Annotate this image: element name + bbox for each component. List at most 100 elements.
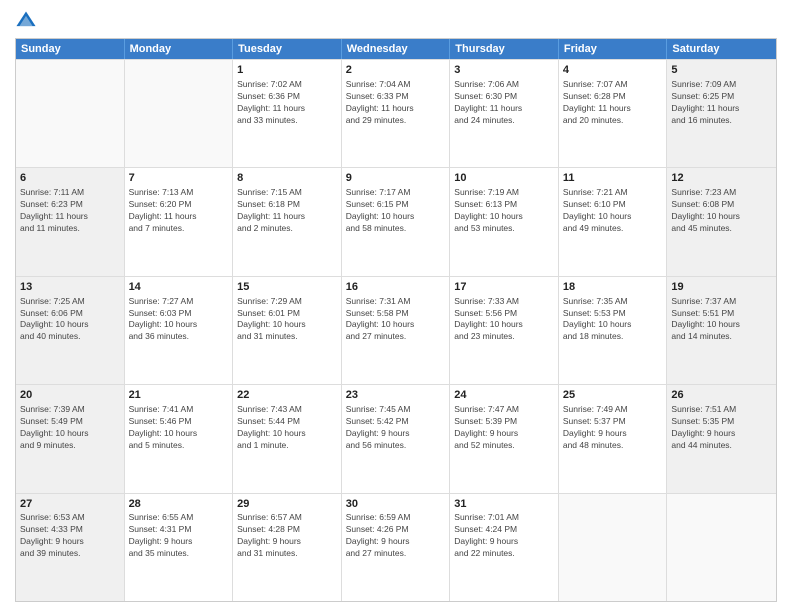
day-info: Sunrise: 7:31 AMSunset: 5:58 PMDaylight:… [346,296,446,344]
day-number: 6 [20,171,120,186]
day-number: 11 [563,171,663,186]
calendar-cell-0-2: 1Sunrise: 7:02 AMSunset: 6:36 PMDaylight… [233,60,342,167]
day-info: Sunrise: 7:19 AMSunset: 6:13 PMDaylight:… [454,187,554,235]
day-info: Sunrise: 7:11 AMSunset: 6:23 PMDaylight:… [20,187,120,235]
day-info: Sunrise: 7:06 AMSunset: 6:30 PMDaylight:… [454,79,554,127]
day-number: 21 [129,388,229,403]
day-info: Sunrise: 7:39 AMSunset: 5:49 PMDaylight:… [20,404,120,452]
calendar-cell-2-4: 17Sunrise: 7:33 AMSunset: 5:56 PMDayligh… [450,277,559,384]
calendar-cell-2-1: 14Sunrise: 7:27 AMSunset: 6:03 PMDayligh… [125,277,234,384]
calendar-cell-4-2: 29Sunrise: 6:57 AMSunset: 4:28 PMDayligh… [233,494,342,601]
day-number: 26 [671,388,772,403]
page: SundayMondayTuesdayWednesdayThursdayFrid… [0,0,792,612]
day-info: Sunrise: 7:27 AMSunset: 6:03 PMDaylight:… [129,296,229,344]
day-info: Sunrise: 7:29 AMSunset: 6:01 PMDaylight:… [237,296,337,344]
day-number: 2 [346,63,446,78]
day-number: 8 [237,171,337,186]
header-day-thursday: Thursday [450,39,559,59]
header [15,10,777,32]
calendar-cell-3-5: 25Sunrise: 7:49 AMSunset: 5:37 PMDayligh… [559,385,668,492]
calendar-cell-0-4: 3Sunrise: 7:06 AMSunset: 6:30 PMDaylight… [450,60,559,167]
day-info: Sunrise: 7:01 AMSunset: 4:24 PMDaylight:… [454,512,554,560]
calendar-cell-3-0: 20Sunrise: 7:39 AMSunset: 5:49 PMDayligh… [16,385,125,492]
calendar-cell-2-0: 13Sunrise: 7:25 AMSunset: 6:06 PMDayligh… [16,277,125,384]
day-info: Sunrise: 7:51 AMSunset: 5:35 PMDaylight:… [671,404,772,452]
header-day-tuesday: Tuesday [233,39,342,59]
day-number: 14 [129,280,229,295]
calendar-cell-0-1 [125,60,234,167]
day-info: Sunrise: 6:59 AMSunset: 4:26 PMDaylight:… [346,512,446,560]
day-info: Sunrise: 7:45 AMSunset: 5:42 PMDaylight:… [346,404,446,452]
calendar-cell-3-2: 22Sunrise: 7:43 AMSunset: 5:44 PMDayligh… [233,385,342,492]
day-info: Sunrise: 7:13 AMSunset: 6:20 PMDaylight:… [129,187,229,235]
day-number: 1 [237,63,337,78]
day-info: Sunrise: 7:09 AMSunset: 6:25 PMDaylight:… [671,79,772,127]
calendar-cell-2-5: 18Sunrise: 7:35 AMSunset: 5:53 PMDayligh… [559,277,668,384]
day-number: 25 [563,388,663,403]
day-number: 29 [237,497,337,512]
calendar-cell-1-6: 12Sunrise: 7:23 AMSunset: 6:08 PMDayligh… [667,168,776,275]
calendar-cell-4-3: 30Sunrise: 6:59 AMSunset: 4:26 PMDayligh… [342,494,451,601]
day-info: Sunrise: 7:21 AMSunset: 6:10 PMDaylight:… [563,187,663,235]
calendar-row-1: 6Sunrise: 7:11 AMSunset: 6:23 PMDaylight… [16,167,776,275]
day-number: 20 [20,388,120,403]
day-info: Sunrise: 6:53 AMSunset: 4:33 PMDaylight:… [20,512,120,560]
header-day-sunday: Sunday [16,39,125,59]
calendar-cell-2-6: 19Sunrise: 7:37 AMSunset: 5:51 PMDayligh… [667,277,776,384]
calendar-cell-1-4: 10Sunrise: 7:19 AMSunset: 6:13 PMDayligh… [450,168,559,275]
day-info: Sunrise: 7:47 AMSunset: 5:39 PMDaylight:… [454,404,554,452]
calendar-row-4: 27Sunrise: 6:53 AMSunset: 4:33 PMDayligh… [16,493,776,601]
day-number: 30 [346,497,446,512]
day-number: 4 [563,63,663,78]
calendar-cell-4-5 [559,494,668,601]
day-info: Sunrise: 7:49 AMSunset: 5:37 PMDaylight:… [563,404,663,452]
calendar-cell-1-3: 9Sunrise: 7:17 AMSunset: 6:15 PMDaylight… [342,168,451,275]
day-number: 31 [454,497,554,512]
calendar-cell-0-5: 4Sunrise: 7:07 AMSunset: 6:28 PMDaylight… [559,60,668,167]
calendar-cell-1-5: 11Sunrise: 7:21 AMSunset: 6:10 PMDayligh… [559,168,668,275]
calendar-cell-4-0: 27Sunrise: 6:53 AMSunset: 4:33 PMDayligh… [16,494,125,601]
calendar-row-0: 1Sunrise: 7:02 AMSunset: 6:36 PMDaylight… [16,59,776,167]
header-day-monday: Monday [125,39,234,59]
calendar-cell-1-0: 6Sunrise: 7:11 AMSunset: 6:23 PMDaylight… [16,168,125,275]
calendar-cell-4-6 [667,494,776,601]
day-info: Sunrise: 7:23 AMSunset: 6:08 PMDaylight:… [671,187,772,235]
day-info: Sunrise: 7:07 AMSunset: 6:28 PMDaylight:… [563,79,663,127]
calendar-cell-0-0 [16,60,125,167]
day-number: 23 [346,388,446,403]
day-info: Sunrise: 7:37 AMSunset: 5:51 PMDaylight:… [671,296,772,344]
day-number: 27 [20,497,120,512]
day-number: 9 [346,171,446,186]
day-number: 12 [671,171,772,186]
calendar-cell-3-6: 26Sunrise: 7:51 AMSunset: 5:35 PMDayligh… [667,385,776,492]
day-number: 19 [671,280,772,295]
day-number: 7 [129,171,229,186]
calendar-row-2: 13Sunrise: 7:25 AMSunset: 6:06 PMDayligh… [16,276,776,384]
calendar-body: 1Sunrise: 7:02 AMSunset: 6:36 PMDaylight… [16,59,776,601]
day-number: 13 [20,280,120,295]
calendar-cell-0-6: 5Sunrise: 7:09 AMSunset: 6:25 PMDaylight… [667,60,776,167]
day-info: Sunrise: 7:25 AMSunset: 6:06 PMDaylight:… [20,296,120,344]
day-info: Sunrise: 7:04 AMSunset: 6:33 PMDaylight:… [346,79,446,127]
day-info: Sunrise: 7:02 AMSunset: 6:36 PMDaylight:… [237,79,337,127]
day-info: Sunrise: 7:43 AMSunset: 5:44 PMDaylight:… [237,404,337,452]
calendar-cell-3-4: 24Sunrise: 7:47 AMSunset: 5:39 PMDayligh… [450,385,559,492]
calendar-cell-0-3: 2Sunrise: 7:04 AMSunset: 6:33 PMDaylight… [342,60,451,167]
header-day-friday: Friday [559,39,668,59]
day-number: 5 [671,63,772,78]
day-info: Sunrise: 7:33 AMSunset: 5:56 PMDaylight:… [454,296,554,344]
day-number: 22 [237,388,337,403]
calendar-cell-1-1: 7Sunrise: 7:13 AMSunset: 6:20 PMDaylight… [125,168,234,275]
calendar-cell-4-4: 31Sunrise: 7:01 AMSunset: 4:24 PMDayligh… [450,494,559,601]
day-info: Sunrise: 6:55 AMSunset: 4:31 PMDaylight:… [129,512,229,560]
day-info: Sunrise: 7:35 AMSunset: 5:53 PMDaylight:… [563,296,663,344]
day-info: Sunrise: 6:57 AMSunset: 4:28 PMDaylight:… [237,512,337,560]
day-number: 28 [129,497,229,512]
calendar-cell-2-2: 15Sunrise: 7:29 AMSunset: 6:01 PMDayligh… [233,277,342,384]
calendar-cell-3-1: 21Sunrise: 7:41 AMSunset: 5:46 PMDayligh… [125,385,234,492]
day-info: Sunrise: 7:15 AMSunset: 6:18 PMDaylight:… [237,187,337,235]
calendar-row-3: 20Sunrise: 7:39 AMSunset: 5:49 PMDayligh… [16,384,776,492]
day-number: 24 [454,388,554,403]
day-number: 10 [454,171,554,186]
day-number: 18 [563,280,663,295]
